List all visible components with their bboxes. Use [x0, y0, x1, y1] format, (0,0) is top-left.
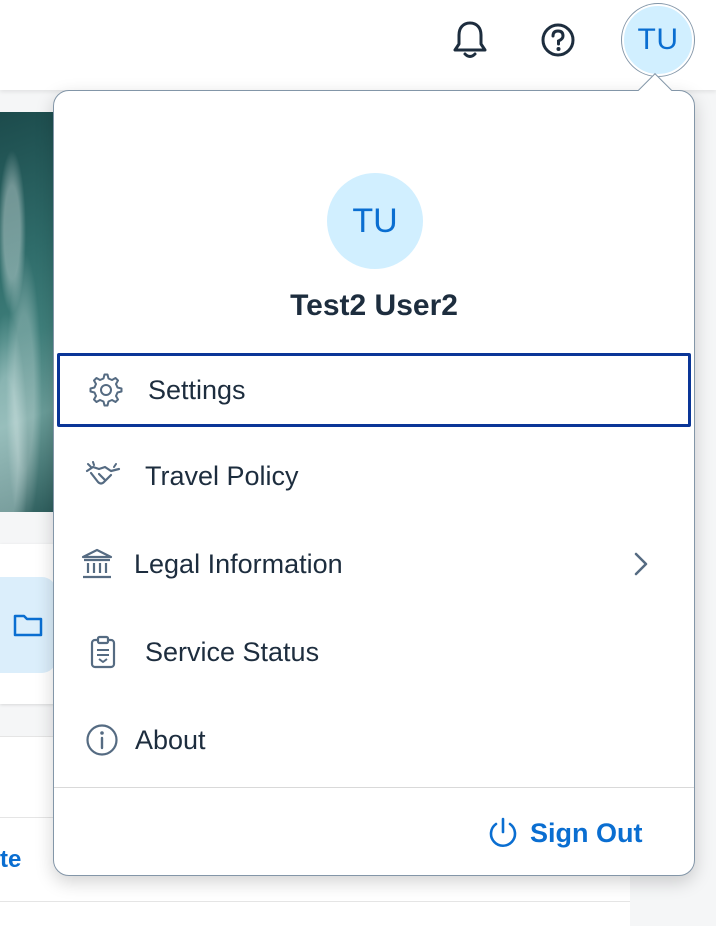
- bell-icon: [453, 21, 487, 58]
- divider: [0, 901, 630, 902]
- background-link[interactable]: te: [0, 846, 21, 874]
- help-icon: [541, 23, 575, 57]
- power-icon: [489, 817, 517, 847]
- menu-item-label: Service Status: [145, 636, 320, 667]
- menu-item-travel-policy[interactable]: Travel Policy: [57, 439, 691, 513]
- user-avatar-button[interactable]: TU: [622, 4, 694, 76]
- avatar-initials: TU: [637, 23, 679, 56]
- gear-icon: [88, 372, 124, 408]
- folder-icon: [13, 614, 43, 637]
- help-button[interactable]: [530, 10, 586, 70]
- chevron-right-icon: [634, 552, 648, 576]
- user-name: Test2 User2: [290, 289, 458, 322]
- info-icon: [84, 722, 120, 758]
- shell-bar: TU: [0, 0, 716, 90]
- footer-divider: [54, 787, 694, 788]
- sign-out-button[interactable]: Sign Out: [486, 809, 642, 857]
- menu-item-label: About: [135, 724, 206, 755]
- menu-item-about[interactable]: About: [57, 703, 691, 777]
- menu-item-service-status[interactable]: Service Status: [57, 615, 691, 689]
- menu-item-legal-information[interactable]: Legal Information: [57, 527, 691, 601]
- profile-avatar: TU: [327, 173, 423, 269]
- menu-item-label: Settings: [148, 374, 246, 405]
- background-hero-image: [0, 112, 60, 512]
- handshake-icon: [85, 458, 121, 494]
- bank-icon: [79, 546, 115, 582]
- clipboard-icon: [85, 634, 121, 670]
- background-folder-tile[interactable]: [0, 577, 56, 673]
- sign-out-label: Sign Out: [530, 817, 643, 848]
- menu-item-settings[interactable]: Settings: [57, 353, 691, 427]
- menu-item-label: Travel Policy: [145, 460, 299, 491]
- menu-item-label: Legal Information: [134, 548, 343, 579]
- profile-avatar-initials: TU: [352, 201, 398, 240]
- notifications-button[interactable]: [442, 10, 498, 70]
- user-menu-popover: TU Test2 User2 Settings Travel Policy Le…: [53, 90, 695, 876]
